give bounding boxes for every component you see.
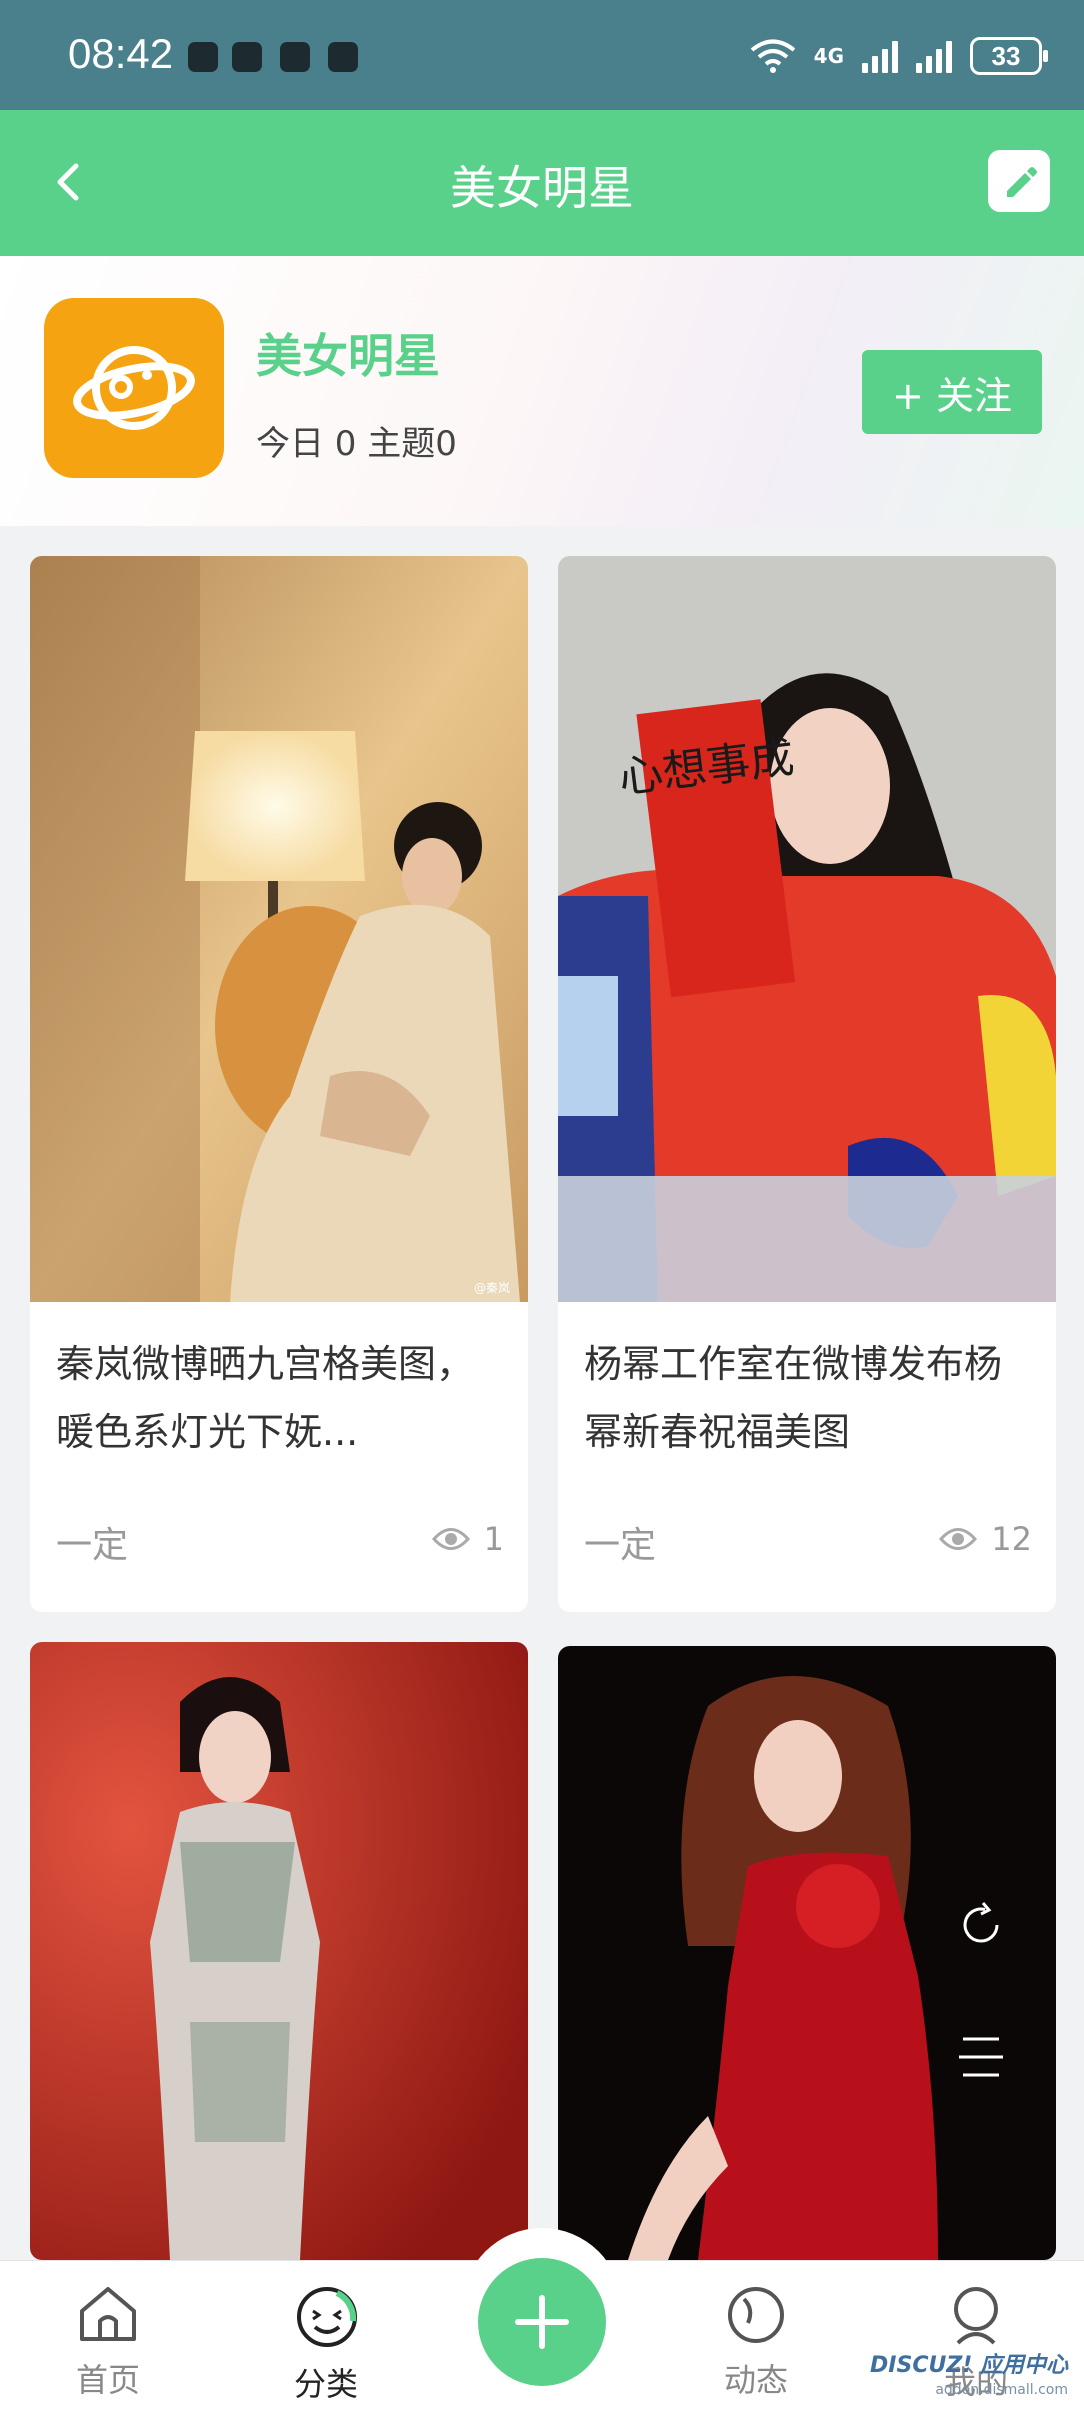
- forum-stats: 今日 0 主题0: [256, 424, 457, 464]
- eye-icon: [939, 1528, 978, 1550]
- post-photo: [30, 1642, 528, 2260]
- notification-icon: [188, 42, 218, 72]
- refresh-button[interactable]: [946, 1890, 1016, 1960]
- pencil-icon: [1007, 167, 1037, 197]
- smiley-face-icon: [297, 2287, 357, 2347]
- home-icon: [80, 2287, 136, 2341]
- watermark: DISCUZ! 应用中心 addon.dismall.com: [870, 2354, 1068, 2402]
- network-type: 4G: [813, 44, 844, 68]
- user-icon: [954, 2287, 998, 2345]
- view-count-value: 12: [991, 1520, 1032, 1558]
- post-card[interactable]: 心想事成 杨幂工作室在微博发布杨幂新春祝福美图 一定 12: [558, 556, 1056, 1612]
- status-bar: 08:42 4G 33: [0, 0, 1084, 110]
- wechat-notification-icon: [232, 42, 262, 72]
- view-count-value: 1: [483, 1520, 504, 1558]
- notification-icon: [328, 42, 358, 72]
- post-author[interactable]: 一定: [584, 1516, 656, 1568]
- forum-name: 美女明星: [256, 329, 440, 383]
- app-header: 美女明星: [0, 110, 1084, 256]
- view-count: 1: [431, 1520, 504, 1558]
- tab-label: 首页: [75, 2361, 140, 2399]
- post-title[interactable]: 杨幂工作室在微博发布杨幂新春祝福美图: [584, 1330, 1034, 1466]
- follow-button[interactable]: + 关注: [862, 350, 1042, 434]
- activity-icon: [728, 2287, 784, 2343]
- edit-button[interactable]: [988, 150, 1050, 212]
- menu-button[interactable]: [946, 2022, 1016, 2092]
- post-title[interactable]: 秦岚微博晒九宫格美图，暖色系灯光下妩...: [56, 1330, 506, 1466]
- view-count: 12: [939, 1520, 1032, 1558]
- battery-icon: 33: [970, 37, 1048, 75]
- notification-icon: [280, 42, 310, 72]
- refresh-icon: [963, 1902, 999, 1943]
- watermark-url: addon.dismall.com: [935, 2382, 1068, 2398]
- tab-category[interactable]: 分类: [266, 2283, 386, 2405]
- plus-icon: [515, 2295, 569, 2349]
- tab-label: 分类: [293, 2365, 358, 2403]
- post-author[interactable]: 一定: [56, 1516, 128, 1568]
- new-post-button[interactable]: [478, 2258, 606, 2386]
- signal-icon: [916, 39, 952, 73]
- planet-icon: [73, 346, 195, 430]
- status-time: 08:42: [68, 30, 174, 77]
- wifi-icon: [750, 39, 795, 73]
- forum-banner: 美女明星 今日 0 主题0 + 关注: [0, 256, 1084, 526]
- forum-logo: [44, 298, 224, 478]
- post-photo: @秦岚: [30, 556, 528, 1302]
- tab-activity[interactable]: 动态: [696, 2283, 816, 2401]
- menu-icon: [959, 2037, 1003, 2077]
- tab-home[interactable]: 首页: [48, 2283, 168, 2401]
- watermark-brand: DISCUZ! 应用中心: [870, 2353, 1068, 2378]
- photo-caption: @秦岚: [474, 1281, 510, 1295]
- tab-label: 动态: [723, 2361, 788, 2399]
- post-card[interactable]: [30, 1642, 528, 2260]
- post-photo: 心想事成: [558, 556, 1056, 1302]
- post-card[interactable]: @秦岚 秦岚微博晒九宫格美图，暖色系灯光下妩... 一定 1: [30, 556, 528, 1612]
- page-title: 美女明星: [450, 161, 634, 215]
- signal-icon: [862, 39, 898, 73]
- eye-icon: [431, 1528, 470, 1550]
